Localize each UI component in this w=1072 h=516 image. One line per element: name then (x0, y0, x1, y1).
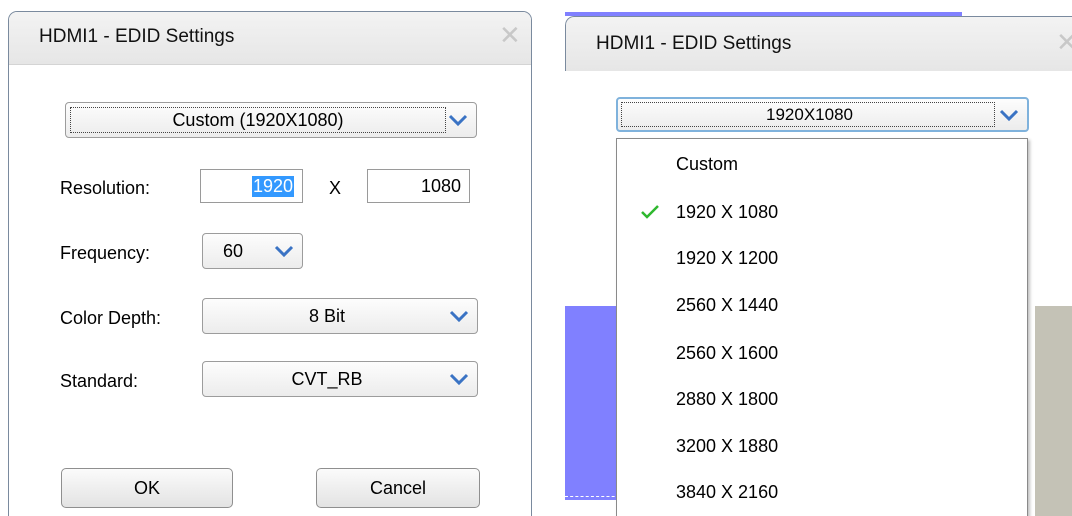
color-depth-select-value: 8 Bit (308, 305, 346, 326)
dropdown-item-1920x1200[interactable]: 1920 X 1200 (617, 235, 1027, 281)
dropdown-item-3200x1880[interactable]: 3200 X 1880 (617, 423, 1027, 469)
edid-settings-dialog: HDMI1 - EDID Settings ✕ Custom (1920X108… (8, 11, 532, 516)
chevron-down-icon (449, 372, 469, 386)
dialog-body: Custom (1920X1080) Resolution: 1920 X 10… (9, 65, 531, 516)
dropdown-item-2560x1440[interactable]: 2560 X 1440 (617, 282, 1027, 328)
dropdown-item-label: 2560 X 1440 (676, 294, 779, 315)
dialog-titlebar: HDMI1 - EDID Settings ✕ (565, 16, 1072, 72)
dropdown-item-label: 2880 X 1800 (676, 388, 779, 409)
dropdown-item-2560x1600[interactable]: 2560 X 1600 (617, 330, 1027, 376)
chevron-down-icon (448, 113, 468, 127)
dialog-title: HDMI1 - EDID Settings (596, 33, 792, 54)
color-depth-select[interactable]: 8 Bit (202, 298, 478, 334)
chevron-down-icon (449, 309, 469, 323)
dropdown-item-label: 3200 X 1880 (676, 435, 779, 456)
resolution-width-input[interactable]: 1920 (200, 169, 303, 203)
resolution-width-value: 1920 (251, 175, 294, 197)
preset-select-value: Custom (1920X1080) (172, 109, 344, 130)
resolution-height-input[interactable]: 1080 (367, 169, 470, 203)
close-icon[interactable]: ✕ (1056, 29, 1072, 55)
frequency-select-value: 60 (223, 240, 244, 261)
chevron-down-icon (274, 244, 294, 258)
chevron-down-icon (999, 108, 1019, 122)
ok-button[interactable]: OK (61, 468, 233, 508)
standard-label: Standard: (60, 371, 139, 391)
preset-dropdown-list: Custom 1920 X 1080 1920 X 1200 2560 X 14… (616, 138, 1028, 516)
right-screenshot-panel: HDMI1 - EDID Settings ✕ 1920X1080 Custom… (565, 0, 1072, 516)
dropdown-item-custom[interactable]: Custom (617, 141, 1027, 187)
resolution-height-value: 1080 (420, 175, 461, 196)
dropdown-item-label: 1920 X 1080 (676, 201, 779, 222)
dropdown-item-3840x2160[interactable]: 3840 X 2160 (617, 469, 1027, 515)
standard-select-value: CVT_RB (291, 368, 363, 389)
frequency-select[interactable]: 60 (202, 233, 303, 269)
preset-select[interactable]: 1920X1080 (616, 97, 1029, 132)
background-gray-area (1035, 306, 1072, 516)
checkmark-icon (641, 203, 659, 224)
dropdown-item-label: Custom (676, 153, 739, 174)
dropdown-item-label: 3840 X 2160 (676, 481, 779, 502)
dropdown-item-label: 2560 X 1600 (676, 342, 779, 363)
dropdown-item-1920x1080[interactable]: 1920 X 1080 (617, 189, 1027, 235)
dropdown-item-label: 1920 X 1200 (676, 247, 779, 268)
preset-select[interactable]: Custom (1920X1080) (65, 102, 477, 138)
left-screenshot-panel: HDMI1 - EDID Settings ✕ Custom (1920X108… (0, 0, 537, 516)
resolution-separator: X (329, 178, 342, 198)
frequency-label: Frequency: (60, 243, 151, 263)
dialog-title: HDMI1 - EDID Settings (39, 26, 235, 47)
standard-select[interactable]: CVT_RB (202, 361, 478, 397)
color-depth-label: Color Depth: (60, 308, 162, 328)
dialog-titlebar: HDMI1 - EDID Settings ✕ (9, 12, 531, 65)
close-icon[interactable]: ✕ (499, 22, 521, 48)
cancel-button[interactable]: Cancel (316, 468, 480, 508)
preset-select-value: 1920X1080 (766, 104, 853, 124)
dropdown-item-2880x1800[interactable]: 2880 X 1800 (617, 376, 1027, 422)
resolution-label: Resolution: (60, 178, 151, 198)
